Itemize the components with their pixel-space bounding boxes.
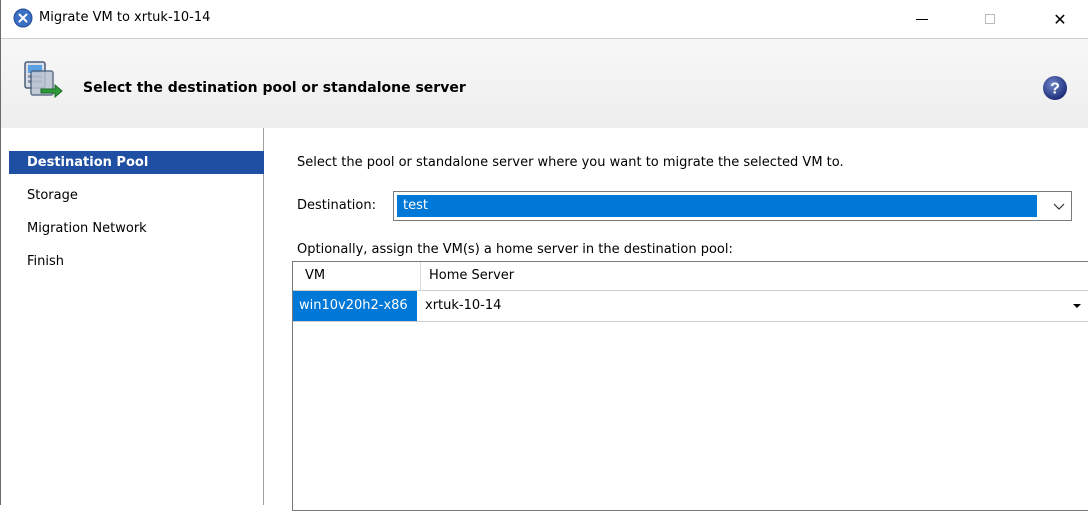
column-header-home-server[interactable]: Home Server [429,268,514,283]
home-server-value: xrtuk-10-14 [425,298,502,313]
close-button[interactable]: ✕ [1037,0,1083,38]
nav-item-finish[interactable]: Finish [9,250,264,273]
grid-header: VM Home Server [293,262,1088,291]
home-server-grid: VM Home Server win10v20h2-x86 xrtuk-10-1… [292,261,1088,511]
maximize-icon [985,14,995,24]
nav-item-destination-pool[interactable]: Destination Pool [9,151,264,174]
destination-label: Destination: [297,198,376,213]
table-row[interactable]: win10v20h2-x86 xrtuk-10-14 [293,291,1088,322]
help-glyph: ? [1050,81,1060,98]
main-panel: Select the pool or standalone server whe… [264,128,1088,511]
destination-selected-value: test [397,195,1037,217]
title-bar: Migrate VM to xrtuk-10-14 ✕ [1,0,1088,38]
column-header-vm[interactable]: VM [305,268,325,283]
minimize-button[interactable] [899,0,945,38]
close-icon: ✕ [1053,9,1067,29]
nav-item-migration-network[interactable]: Migration Network [9,217,264,240]
column-divider[interactable] [420,262,421,290]
help-icon[interactable]: ? [1042,75,1068,101]
instruction-text: Select the pool or standalone server whe… [297,155,844,170]
app-close-circle-icon [13,8,33,28]
wizard-header: Select the destination pool or standalon… [1,38,1088,129]
migrate-vm-icon [24,61,63,99]
vm-cell[interactable]: win10v20h2-x86 [293,291,417,321]
maximize-button[interactable] [967,0,1013,38]
minimize-icon [916,18,928,20]
window-title: Migrate VM to xrtuk-10-14 [39,10,211,25]
page-title: Select the destination pool or standalon… [83,80,466,96]
chevron-down-icon [1053,203,1065,210]
wizard-nav: Destination Pool Storage Migration Netwo… [1,128,264,505]
nav-item-storage[interactable]: Storage [9,184,264,207]
home-server-instruction: Optionally, assign the VM(s) a home serv… [297,242,733,257]
destination-dropdown[interactable]: test [393,191,1072,221]
dropdown-arrow-icon [1073,304,1081,308]
home-server-dropdown[interactable]: xrtuk-10-14 [419,291,1088,321]
